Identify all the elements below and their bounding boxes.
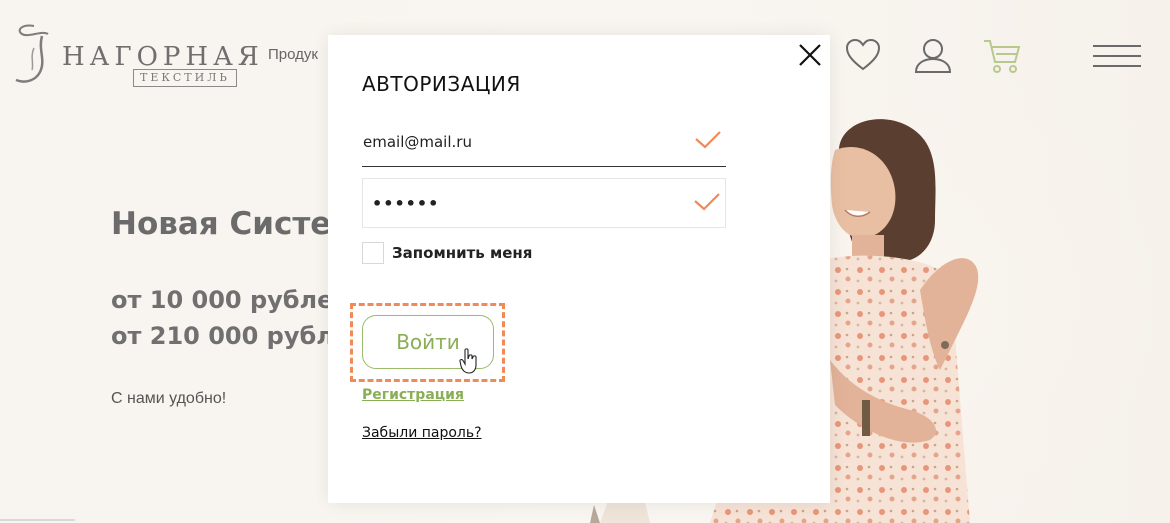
close-icon[interactable] (797, 42, 823, 68)
cart-icon[interactable] (982, 38, 1022, 78)
hamburger-menu-icon[interactable] (1092, 44, 1142, 74)
auth-modal: АВТОРИЗАЦИЯ Запомнить меня Войти Регистр… (328, 35, 830, 503)
check-icon (694, 130, 722, 154)
hand-cursor-icon (459, 348, 479, 378)
modal-title: АВТОРИЗАЦИЯ (362, 72, 521, 96)
brand-logo[interactable]: НАГОРНАЯ ТЕКСТИЛЬ (12, 20, 259, 90)
nav-products-link[interactable]: Продук (268, 46, 318, 63)
hero-note: С нами удобно! (111, 390, 227, 407)
remember-me-toggle[interactable]: Запомнить меня (362, 241, 532, 265)
forgot-password-link[interactable]: Забыли пароль? (362, 425, 482, 441)
hero-price-1: от 10 000 рубле (111, 286, 334, 314)
user-icon[interactable] (913, 38, 953, 78)
password-input[interactable] (363, 179, 725, 227)
hero-price-2: от 210 000 рубл (111, 322, 334, 350)
remember-label: Запомнить меня (392, 244, 533, 262)
logo-figure-icon (15, 24, 49, 83)
email-field[interactable] (362, 117, 726, 167)
register-link[interactable]: Регистрация (362, 387, 464, 403)
brand-subtitle: ТЕКСТИЛЬ (133, 69, 237, 87)
brand-title: НАГОРНАЯ (62, 42, 264, 72)
hero-title: Новая Систем (111, 206, 357, 242)
heart-icon[interactable] (845, 38, 881, 76)
email-input[interactable] (362, 117, 726, 166)
scroll-indicator (0, 519, 75, 521)
password-field[interactable] (362, 178, 726, 228)
remember-checkbox[interactable] (362, 242, 384, 264)
check-icon (693, 192, 721, 216)
